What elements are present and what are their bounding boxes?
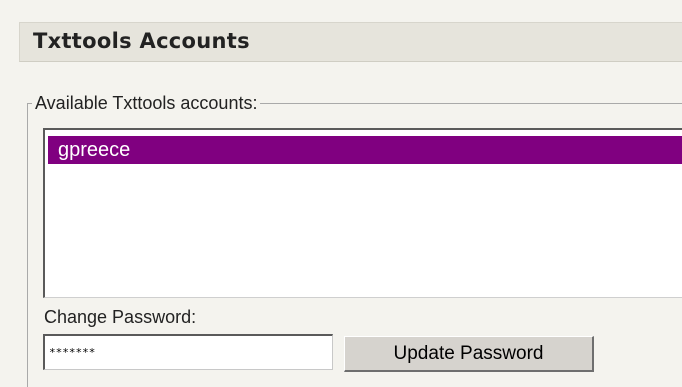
password-input[interactable] (43, 334, 333, 370)
change-password-label: Change Password: (44, 307, 197, 327)
section-header: Txttools Accounts (19, 22, 682, 62)
fieldset-border-left (27, 103, 28, 387)
section-title: Txttools Accounts (33, 29, 250, 53)
txttools-accounts-panel: Txttools Accounts Available Txttools acc… (0, 0, 682, 387)
accounts-listbox[interactable]: gpreece (43, 128, 682, 298)
update-password-button[interactable]: Update Password (344, 336, 594, 372)
accounts-fieldset-legend: Available Txttools accounts: (32, 92, 261, 114)
account-list-item-gpreece[interactable]: gpreece (48, 136, 682, 164)
